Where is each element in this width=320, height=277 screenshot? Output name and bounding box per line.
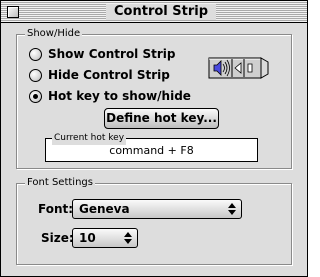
title-bar[interactable]: Control Strip xyxy=(1,1,307,23)
popup-arrows-icon xyxy=(124,232,132,244)
font-label: Font: xyxy=(38,202,74,216)
radio-icon[interactable] xyxy=(29,47,42,61)
font-settings-legend: Font Settings xyxy=(25,176,95,190)
radio-show-control-strip[interactable]: Show Control Strip xyxy=(29,45,175,63)
current-hot-key-box: Current hot key command + F8 xyxy=(45,131,258,162)
font-popup-value: Geneva xyxy=(79,202,130,216)
size-label: Size: xyxy=(41,231,74,245)
define-hot-key-button[interactable]: Define hot key... xyxy=(104,108,219,129)
radio-icon[interactable] xyxy=(29,68,42,82)
radio-hot-key[interactable]: Hot key to show/hide xyxy=(29,87,191,105)
size-popup-value: 10 xyxy=(79,231,96,245)
window-title: Control Strip xyxy=(106,4,217,20)
current-hot-key-label: Current hot key xyxy=(52,131,127,145)
show-hide-legend: Show/Hide xyxy=(25,27,83,41)
font-popup[interactable]: Geneva xyxy=(72,199,242,219)
radio-label: Show Control Strip xyxy=(48,47,176,61)
popup-arrows-icon xyxy=(228,203,236,215)
show-hide-group: Show/Hide Show Control Strip Hide Contro… xyxy=(16,27,292,169)
radio-label: Hot key to show/hide xyxy=(48,89,191,103)
control-strip-preview-icon xyxy=(208,57,269,79)
font-settings-group: Font Settings Font: Geneva Size: 10 xyxy=(16,176,292,265)
radio-icon[interactable] xyxy=(29,89,42,103)
close-box-icon[interactable] xyxy=(7,6,19,18)
control-strip-window: Control Strip Show/Hide Show Control Str… xyxy=(0,0,308,277)
radio-label: Hide Control Strip xyxy=(48,68,170,82)
current-hot-key-value: command + F8 xyxy=(109,144,194,157)
radio-hide-control-strip[interactable]: Hide Control Strip xyxy=(29,66,170,84)
size-popup[interactable]: 10 xyxy=(72,228,138,248)
